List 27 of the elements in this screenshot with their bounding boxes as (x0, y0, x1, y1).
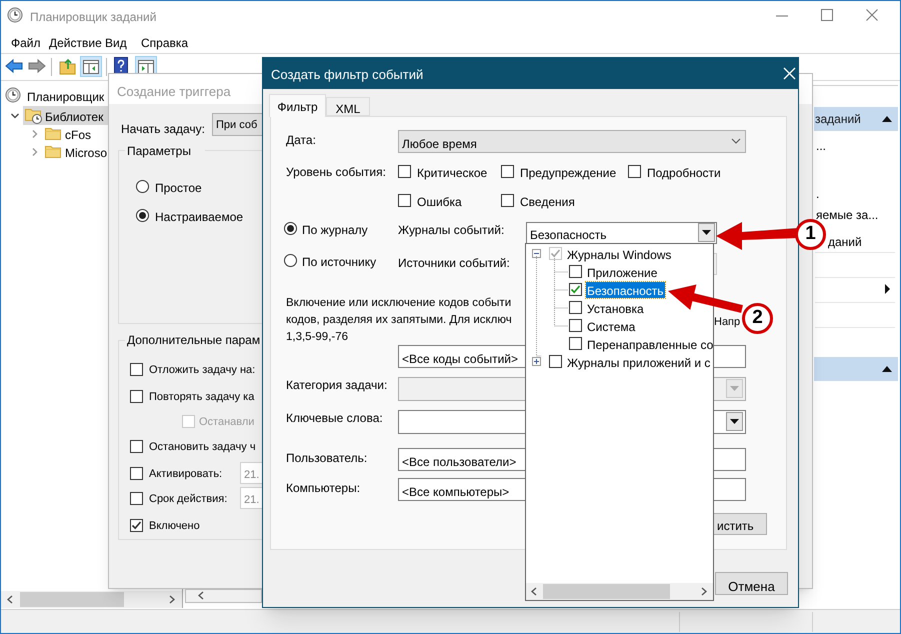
checkbox-label: Повторять задачу ка (149, 390, 254, 405)
field-label: Начать задачу: (121, 121, 206, 136)
section-title: заданий (815, 111, 861, 128)
field-label: Источники событий: (398, 255, 510, 270)
checkbox-label: Активировать: (149, 467, 222, 482)
checkbox-label: Критическое (417, 165, 488, 180)
checkbox-label: Отложить задачу на: (149, 363, 256, 378)
checkbox-label: Останавли (199, 415, 254, 430)
checkbox-label: Включено (149, 519, 200, 534)
field-label: Дата: (286, 132, 316, 147)
checkbox-label: Остановить задачу ч (149, 440, 256, 455)
hint-text: Напр (714, 315, 740, 330)
field-label: Компьютеры: (286, 480, 360, 495)
window-title: Планировщик заданий (30, 9, 158, 24)
field-label: Ключевые слова: (286, 410, 383, 425)
dialog-title: Создание триггера (117, 83, 232, 100)
checkbox-label: Ошибка (417, 194, 462, 209)
checkbox-label: Подробности (647, 165, 721, 180)
checkbox-label: Сведения (520, 194, 575, 209)
field-label: Пользователь: (286, 450, 368, 465)
field-label: Категория задачи: (286, 377, 388, 392)
field-label: Журналы событий: (398, 222, 504, 237)
field-label: Уровень события: (286, 164, 386, 179)
hint-text: Включение или исключение кодов событи кодов, разделяя их запятыми. Для исключ 1,3,5-99,-76 (286, 296, 512, 345)
dialog-title: Создать фильтр событий (271, 66, 424, 83)
checkbox-label: Срок действия: (149, 492, 228, 507)
checkbox-label: Предупреждение (520, 165, 616, 180)
